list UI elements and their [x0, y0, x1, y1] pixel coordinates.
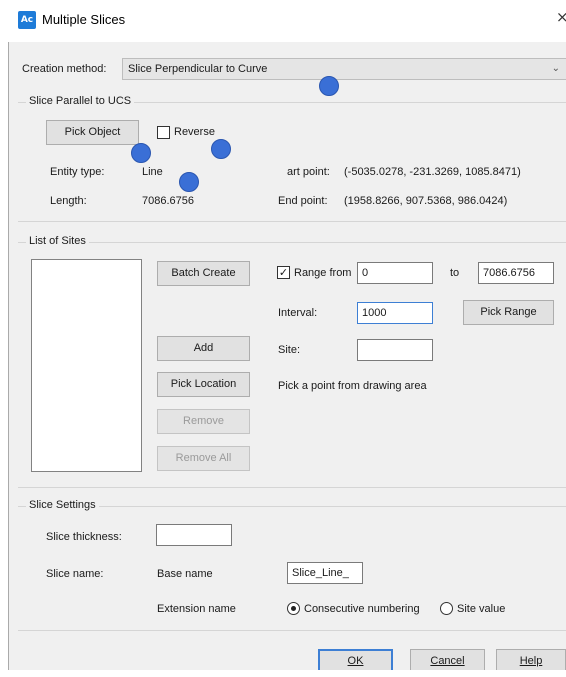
- length-value: 7086.6756: [142, 195, 194, 207]
- range-from-input[interactable]: 0: [357, 262, 433, 284]
- reverse-label: Reverse: [174, 126, 215, 138]
- pick-location-button[interactable]: Pick Location: [157, 372, 250, 397]
- creation-method-value: Slice Perpendicular to Curve: [128, 63, 268, 75]
- range-from-label: Range from: [294, 267, 352, 279]
- pick-hint-text: Pick a point from drawing area: [278, 380, 427, 392]
- ok-label: OK: [347, 655, 364, 667]
- reverse-checkbox[interactable]: [157, 126, 170, 139]
- slice-thickness-input[interactable]: [156, 524, 232, 546]
- add-button[interactable]: Add: [157, 336, 250, 361]
- end-point-label: End point:: [278, 195, 328, 207]
- chevron-down-icon: ⌄: [551, 63, 560, 74]
- range-to-label: to: [450, 267, 460, 279]
- title-bar: Ac Multiple Slices ×: [8, 0, 566, 42]
- close-icon[interactable]: ×: [556, 8, 566, 26]
- pick-object-button[interactable]: Pick Object: [46, 120, 139, 145]
- slice-settings-legend: Slice Settings: [26, 499, 99, 511]
- range-to-input[interactable]: 7086.6756: [478, 262, 554, 284]
- slice-thickness-label: Slice thickness:: [46, 531, 122, 543]
- site-input[interactable]: [357, 339, 433, 361]
- list-of-sites-legend: List of Sites: [26, 235, 89, 247]
- batch-create-button[interactable]: Batch Create: [157, 261, 250, 286]
- site-label: Site:: [278, 344, 301, 356]
- site-value-radio[interactable]: [440, 602, 453, 615]
- consecutive-numbering-radio[interactable]: [287, 602, 300, 615]
- pick-range-button[interactable]: Pick Range: [463, 300, 554, 325]
- annotation-marker-dot: [211, 139, 231, 159]
- interval-label: Interval:: [278, 307, 318, 319]
- slice-name-label: Slice name:: [46, 568, 104, 580]
- autocad-icon: Ac: [18, 11, 36, 29]
- length-label: Length:: [50, 195, 87, 207]
- window-title: Multiple Slices: [42, 12, 126, 27]
- extension-name-label: Extension name: [157, 603, 236, 615]
- range-from-checkbox[interactable]: ✓: [277, 266, 290, 279]
- entity-type-label: Entity type:: [50, 166, 105, 178]
- creation-method-dropdown[interactable]: Slice Perpendicular to Curve ⌄: [122, 58, 566, 80]
- start-point-label: art point:: [287, 166, 330, 178]
- bottom-edge: [8, 670, 566, 677]
- start-point-value: (-5035.0278, -231.3269, 1085.8471): [344, 166, 521, 178]
- remove-all-button[interactable]: Remove All: [157, 446, 250, 471]
- end-point-value: (1958.8266, 907.5368, 986.0424): [344, 195, 508, 207]
- sites-listbox[interactable]: [31, 259, 142, 472]
- annotation-marker-dot: [131, 143, 151, 163]
- annotation-marker-dot: [319, 76, 339, 96]
- entity-type-value: Line: [142, 166, 163, 178]
- annotation-marker-dot: [179, 172, 199, 192]
- consecutive-numbering-label: Consecutive numbering: [304, 603, 420, 615]
- help-label: Help: [519, 655, 543, 667]
- interval-input[interactable]: 1000: [357, 302, 433, 324]
- remove-button[interactable]: Remove: [157, 409, 250, 434]
- creation-method-label: Creation method:: [22, 63, 107, 75]
- site-value-label: Site value: [457, 603, 506, 615]
- cancel-label: Cancel: [430, 655, 465, 667]
- base-name-input[interactable]: Slice_Line_: [287, 562, 363, 584]
- base-name-label: Base name: [157, 568, 213, 580]
- slice-parallel-legend: Slice Parallel to UCS: [26, 95, 135, 107]
